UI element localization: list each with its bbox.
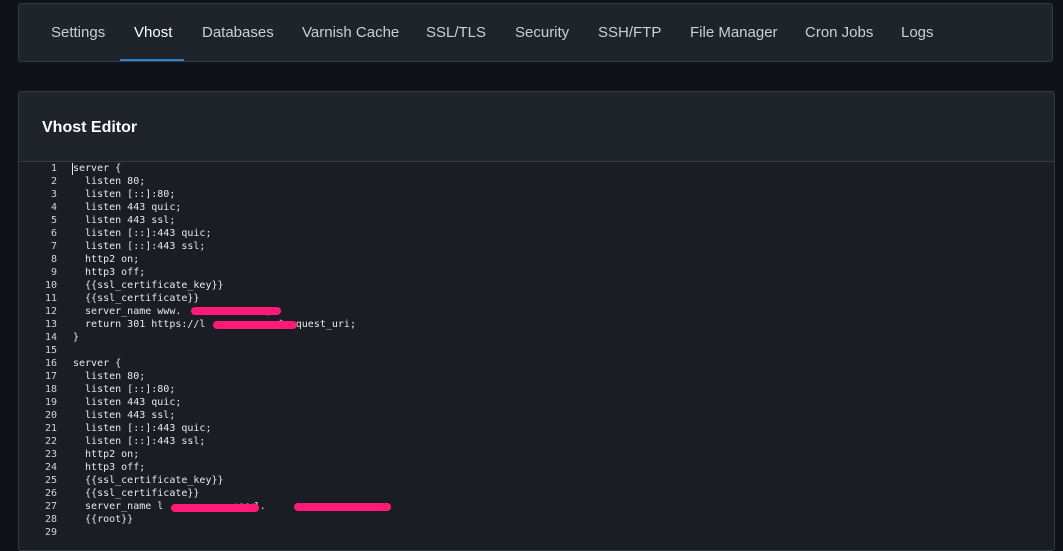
line-number: 2	[50, 176, 57, 187]
line-text[interactable]: http3 off;	[73, 266, 145, 279]
line-text[interactable]: listen 80;	[73, 175, 145, 188]
line-text[interactable]: listen [::]:80;	[73, 383, 175, 396]
code-line: 17 listen 80;	[19, 370, 1054, 383]
line-number: 21	[44, 423, 57, 434]
code-line: 8 http2 on;	[19, 253, 1054, 266]
line-text[interactable]: listen 80;	[73, 370, 145, 383]
code-line: 19 listen 443 quic;	[19, 396, 1054, 409]
line-number: 26	[44, 488, 57, 499]
line-number: 5	[50, 215, 57, 226]
code-line: 21 listen [::]:443 quic;	[19, 422, 1054, 435]
code-line: 26 {{ssl_certificate}}	[19, 487, 1054, 500]
line-text[interactable]: server {	[73, 357, 121, 370]
line-text[interactable]: listen [::]:443 ssl;	[73, 240, 205, 253]
line-text[interactable]: http2 on;	[73, 448, 139, 461]
code-line: 18 listen [::]:80;	[19, 383, 1054, 396]
code-line: 15	[19, 344, 1054, 357]
vhost-editor-panel: Vhost Editor 1 server { 2 listen 80; 3 l…	[18, 91, 1055, 551]
code-line: 27 server_name l www1.	[19, 500, 1054, 513]
code-line: 9 http3 off;	[19, 266, 1054, 279]
line-text[interactable]: http2 on;	[73, 253, 139, 266]
redaction-mark	[213, 321, 297, 329]
line-number: 18	[44, 384, 57, 395]
tab-file-manager[interactable]: File Manager	[690, 24, 778, 41]
tab-bar: Settings Vhost Databases Varnish Cache S…	[18, 3, 1053, 62]
line-number: 13	[44, 319, 57, 330]
code-line: 13 return 301 https://l $request_uri;	[19, 318, 1054, 331]
line-number: 27	[44, 501, 57, 512]
line-number: 23	[44, 449, 57, 460]
line-number: 10	[44, 280, 57, 291]
code-line: 7 listen [::]:443 ssl;	[19, 240, 1054, 253]
code-line: 11 {{ssl_certificate}}	[19, 292, 1054, 305]
code-line: 6 listen [::]:443 quic;	[19, 227, 1054, 240]
line-text[interactable]: {{ssl_certificate_key}}	[73, 474, 223, 487]
line-number: 25	[44, 475, 57, 486]
line-number: 22	[44, 436, 57, 447]
line-number: 17	[44, 371, 57, 382]
line-text[interactable]: listen [::]:443 ssl;	[73, 435, 205, 448]
line-text[interactable]: listen [::]:443 quic;	[73, 227, 211, 240]
line-number: 3	[50, 189, 57, 200]
line-number: 15	[44, 345, 57, 356]
line-number: 9	[50, 267, 57, 278]
line-text[interactable]: }	[73, 331, 79, 344]
line-text[interactable]: listen [::]:80;	[73, 188, 175, 201]
line-number: 4	[50, 202, 57, 213]
active-tab-indicator	[120, 59, 184, 61]
code-line: 12 server_name www. ;	[19, 305, 1054, 318]
tab-logs[interactable]: Logs	[901, 24, 934, 41]
line-number: 7	[50, 241, 57, 252]
line-number: 1	[50, 163, 57, 174]
redaction-mark	[171, 504, 259, 512]
tab-cron-jobs[interactable]: Cron Jobs	[805, 24, 873, 41]
line-number: 24	[44, 462, 57, 473]
line-number: 11	[44, 293, 57, 304]
line-text[interactable]: {{ssl_certificate_key}}	[73, 279, 223, 292]
tab-ssh-ftp[interactable]: SSH/FTP	[598, 24, 661, 41]
code-line: 24 http3 off;	[19, 461, 1054, 474]
line-text[interactable]: listen 443 ssl;	[73, 409, 175, 422]
code-line: 2 listen 80;	[19, 175, 1054, 188]
line-number: 16	[44, 358, 57, 369]
code-line: 5 listen 443 ssl;	[19, 214, 1054, 227]
line-number: 20	[44, 410, 57, 421]
tab-databases[interactable]: Databases	[202, 24, 274, 41]
editor-title: Vhost Editor	[42, 119, 138, 136]
code-line: 28 {{root}}	[19, 513, 1054, 526]
code-line: 14 }	[19, 331, 1054, 344]
tab-ssl-tls[interactable]: SSL/TLS	[426, 24, 486, 41]
redaction-mark	[294, 503, 391, 511]
line-number: 28	[44, 514, 57, 525]
code-line: 16 server {	[19, 357, 1054, 370]
line-number: 8	[50, 254, 57, 265]
code-line: 4 listen 443 quic;	[19, 201, 1054, 214]
line-number: 19	[44, 397, 57, 408]
tab-varnish-cache[interactable]: Varnish Cache	[302, 24, 399, 41]
tab-settings[interactable]: Settings	[51, 24, 105, 41]
line-number: 12	[44, 306, 57, 317]
code-line: 25 {{ssl_certificate_key}}	[19, 474, 1054, 487]
code-line: 23 http2 on;	[19, 448, 1054, 461]
line-text[interactable]: {{ssl_certificate}}	[73, 292, 199, 305]
line-text[interactable]: listen 443 quic;	[73, 201, 181, 214]
line-text[interactable]: listen [::]:443 quic;	[73, 422, 211, 435]
redaction-mark	[191, 307, 281, 315]
code-line: 10 {{ssl_certificate_key}}	[19, 279, 1054, 292]
code-line: 22 listen [::]:443 ssl;	[19, 435, 1054, 448]
line-text[interactable]: http3 off;	[73, 461, 145, 474]
line-text[interactable]: listen 443 ssl;	[73, 214, 175, 227]
line-number: 6	[50, 228, 57, 239]
line-text[interactable]: server {	[73, 162, 121, 175]
line-text[interactable]: listen 443 quic;	[73, 396, 181, 409]
tab-vhost[interactable]: Vhost	[134, 24, 172, 41]
code-line: 3 listen [::]:80;	[19, 188, 1054, 201]
line-text[interactable]: {{ssl_certificate}}	[73, 487, 199, 500]
code-line: 20 listen 443 ssl;	[19, 409, 1054, 422]
line-text[interactable]: {{root}}	[73, 513, 133, 526]
tab-security[interactable]: Security	[515, 24, 569, 41]
code-editor[interactable]: 1 server { 2 listen 80; 3 listen [::]:80…	[19, 162, 1054, 550]
line-number: 14	[44, 332, 57, 343]
code-line: 1 server {	[19, 162, 1054, 175]
